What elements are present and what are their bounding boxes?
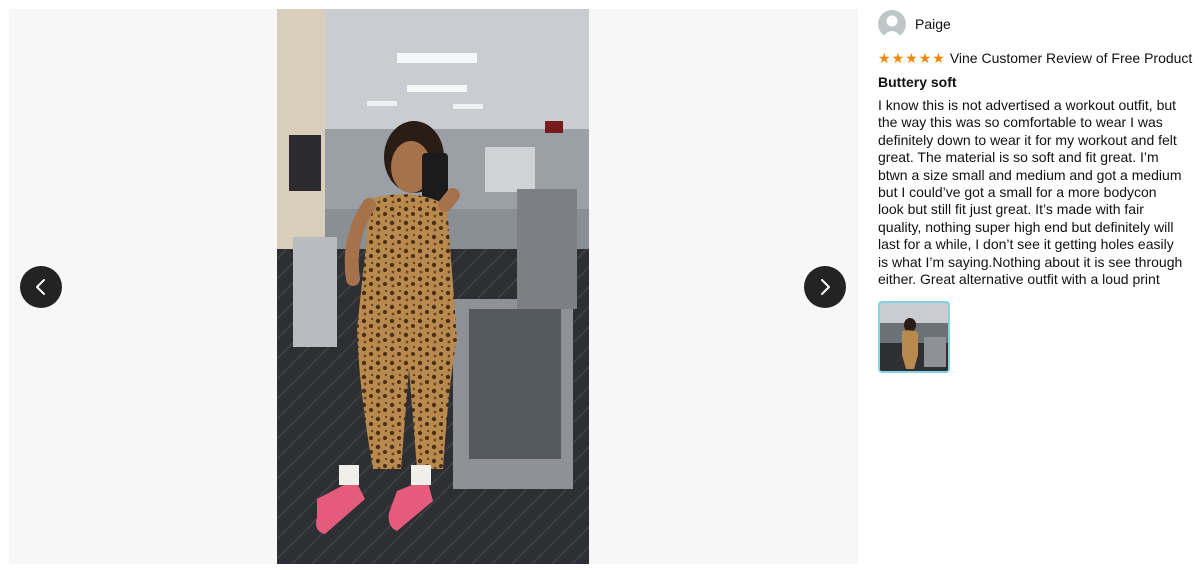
star-icon: ★: [932, 50, 945, 66]
review-body: I know this is not advertised a workout …: [878, 97, 1183, 288]
star-icon: ★: [891, 50, 905, 66]
user-silhouette-icon: [882, 15, 902, 38]
vine-badge: Vine Customer Review of Free Product: [949, 50, 1193, 66]
rating-row: ★ ★ ★ ★ ★ Vine Customer Review of Free P…: [878, 49, 1192, 67]
next-image-button[interactable]: [804, 266, 846, 308]
chevron-right-icon: [821, 279, 830, 295]
star-icon: ★: [878, 50, 891, 66]
star-icon: ★: [918, 50, 932, 66]
review-panel: Paige ★ ★ ★ ★ ★ Vine Customer Review of …: [878, 9, 1192, 374]
reviewer-profile[interactable]: Paige: [878, 9, 1184, 39]
chevron-left-icon: [36, 279, 45, 295]
star-rating: ★ ★ ★ ★ ★: [878, 51, 945, 65]
avatar[interactable]: [878, 10, 906, 38]
gym-selfie-illustration: [277, 9, 589, 564]
previous-image-button[interactable]: [20, 266, 62, 308]
review-photo: [277, 9, 589, 564]
star-icon: ★: [905, 50, 918, 66]
media-viewer: [9, 9, 858, 564]
thumbnail-illustration: [880, 303, 948, 372]
review-image-thumbnail[interactable]: [878, 301, 950, 374]
review-title: Buttery soft: [878, 74, 957, 90]
reviewer-name[interactable]: Paige: [915, 16, 951, 32]
